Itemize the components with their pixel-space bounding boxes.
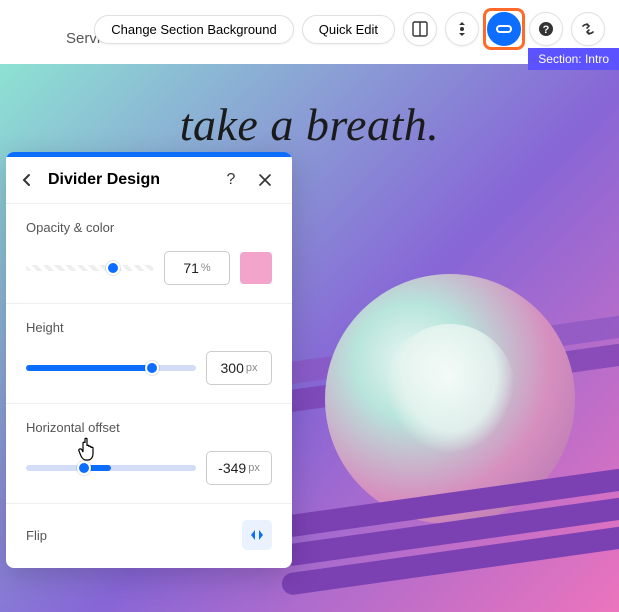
swap-icon[interactable] [571,12,605,46]
opacity-slider[interactable] [26,256,154,280]
divider-design-panel: Divider Design ? Opacity & color 71% Hei… [6,152,292,568]
opacity-input[interactable]: 71% [164,251,230,285]
color-swatch[interactable] [240,252,272,284]
hoffset-slider[interactable] [26,456,196,480]
divider-design-icon[interactable] [487,12,521,46]
help-icon[interactable]: ? [529,12,563,46]
hoffset-input[interactable]: -349px [206,451,272,485]
panel-title: Divider Design [48,171,220,189]
flip-label: Flip [26,528,47,543]
opacity-section: Opacity & color 71% [6,204,292,304]
change-background-button[interactable]: Change Section Background [94,15,294,44]
height-label: Height [26,320,272,335]
flip-section: Flip [6,504,292,568]
panel-header: Divider Design ? [6,157,292,204]
back-icon[interactable] [22,173,38,187]
hoffset-label: Horizontal offset [26,420,272,435]
layout-icon[interactable] [403,12,437,46]
opacity-label: Opacity & color [26,220,272,235]
stretch-icon[interactable] [445,12,479,46]
editor-toolbar: Change Section Background Quick Edit ? [94,12,605,46]
height-section: Height 300px [6,304,292,404]
close-icon[interactable] [254,174,276,186]
flip-button[interactable] [242,520,272,550]
height-slider[interactable] [26,356,196,380]
height-input[interactable]: 300px [206,351,272,385]
section-tag: Section: Intro [528,48,619,70]
hero-headline[interactable]: take a breath. [0,98,619,151]
horizontal-offset-section: Horizontal offset -349px [6,404,292,504]
svg-text:?: ? [543,24,550,36]
panel-help-icon[interactable]: ? [220,171,242,189]
quick-edit-button[interactable]: Quick Edit [302,15,395,44]
